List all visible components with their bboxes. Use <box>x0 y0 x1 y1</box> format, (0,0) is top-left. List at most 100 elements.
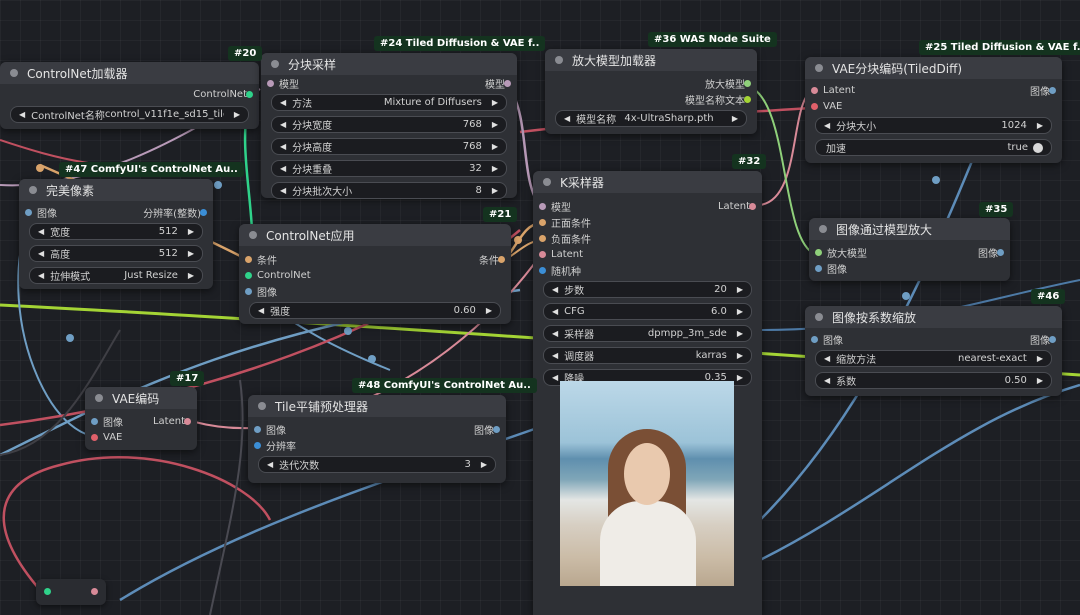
input-socket[interactable] <box>245 272 252 279</box>
arrow-left-icon[interactable]: ◀ <box>280 120 286 129</box>
arrow-right-icon[interactable]: ▶ <box>486 306 492 315</box>
output-socket[interactable] <box>1049 336 1056 343</box>
reroute-dot[interactable] <box>344 327 352 335</box>
input-socket[interactable] <box>815 265 822 272</box>
arrow-right-icon[interactable]: ▶ <box>492 142 498 151</box>
arrow-right-icon[interactable]: ▶ <box>737 351 743 360</box>
arrow-left-icon[interactable]: ◀ <box>824 376 830 385</box>
output-socket[interactable] <box>91 588 98 595</box>
reroute-dot[interactable] <box>932 176 940 184</box>
node-header[interactable]: Tile平铺预处理器 <box>248 395 506 417</box>
arrow-left-icon[interactable]: ◀ <box>258 306 264 315</box>
arrow-right-icon[interactable]: ▶ <box>1037 121 1043 130</box>
arrow-right-icon[interactable]: ▶ <box>188 227 194 236</box>
arrow-left-icon[interactable]: ◀ <box>824 121 830 130</box>
node-header[interactable]: ControlNet应用 <box>239 224 511 246</box>
output-socket[interactable] <box>504 80 511 87</box>
controlnet-loader-node[interactable]: ControlNet加载器 ControlNet ◀ ControlNet名称 … <box>0 62 259 129</box>
arrow-left-icon[interactable]: ◀ <box>38 249 44 258</box>
node-header[interactable]: 放大模型加载器 <box>545 49 757 71</box>
arrow-right-icon[interactable]: ▶ <box>1037 354 1043 363</box>
arrow-right-icon[interactable]: ▶ <box>492 120 498 129</box>
perfect-pixel-node[interactable]: 完美像素 图像 分辨率(整数) ◀ 宽度 512 ▶ ◀ 高度 512 ▶ ◀ … <box>19 179 213 289</box>
output-socket[interactable] <box>498 256 505 263</box>
scheduler-combo[interactable]: ◀ 调度器 karras ▶ <box>543 347 752 364</box>
arrow-right-icon[interactable]: ▶ <box>737 285 743 294</box>
node-header[interactable]: 分块采样 <box>261 53 517 75</box>
arrow-left-icon[interactable]: ◀ <box>552 329 558 338</box>
collapse-dot-icon[interactable] <box>29 186 37 194</box>
arrow-left-icon[interactable]: ◀ <box>552 285 558 294</box>
arrow-right-icon[interactable]: ▶ <box>737 373 743 382</box>
input-socket[interactable] <box>25 209 32 216</box>
arrow-left-icon[interactable]: ◀ <box>280 186 286 195</box>
collapse-dot-icon[interactable] <box>95 394 103 402</box>
node-header[interactable]: VAE编码 <box>85 387 197 409</box>
arrow-right-icon[interactable]: ▶ <box>732 114 738 123</box>
toggle-knob-icon[interactable] <box>1033 142 1043 153</box>
upscale-method-combo[interactable]: ◀ 缩放方法 nearest-exact ▶ <box>815 350 1052 367</box>
arrow-left-icon[interactable]: ◀ <box>19 110 25 119</box>
reroute-dot[interactable] <box>66 334 74 342</box>
fast-toggle[interactable]: 加速 true <box>815 139 1052 156</box>
arrow-right-icon[interactable]: ▶ <box>492 164 498 173</box>
arrow-right-icon[interactable]: ▶ <box>481 460 487 469</box>
controlnet-apply-node[interactable]: ControlNet应用 条件 条件 ControlNet 图像 ◀ 强度 0.… <box>239 224 511 324</box>
node-header[interactable]: ControlNet加载器 <box>0 62 259 84</box>
arrow-right-icon[interactable]: ▶ <box>737 307 743 316</box>
collapse-dot-icon[interactable] <box>10 69 18 77</box>
input-socket[interactable] <box>815 249 822 256</box>
node-header[interactable]: K采样器 <box>533 171 762 193</box>
collapse-dot-icon[interactable] <box>271 60 279 68</box>
reroute-dot[interactable] <box>514 236 522 244</box>
steps-number[interactable]: ◀ 步数 20 ▶ <box>543 281 752 298</box>
output-socket[interactable] <box>493 426 500 433</box>
arrow-right-icon[interactable]: ▶ <box>492 186 498 195</box>
input-socket[interactable] <box>44 588 51 595</box>
height-number[interactable]: ◀ 高度 512 ▶ <box>29 245 203 262</box>
arrow-left-icon[interactable]: ◀ <box>267 460 273 469</box>
width-number[interactable]: ◀ 宽度 512 ▶ <box>29 223 203 240</box>
tile-height-number[interactable]: ◀ 分块高度 768 ▶ <box>271 138 507 155</box>
collapse-dot-icon[interactable] <box>819 225 827 233</box>
arrow-right-icon[interactable]: ▶ <box>737 329 743 338</box>
scale-factor-number[interactable]: ◀ 系数 0.50 ▶ <box>815 372 1052 389</box>
input-socket[interactable] <box>811 103 818 110</box>
tile-preprocessor-node[interactable]: Tile平铺预处理器 图像 图像 分辨率 ◀ 迭代次数 3 ▶ <box>248 395 506 483</box>
reroute-dot[interactable] <box>368 355 376 363</box>
arrow-left-icon[interactable]: ◀ <box>552 351 558 360</box>
collapse-dot-icon[interactable] <box>555 56 563 64</box>
reroute-node[interactable] <box>36 579 106 605</box>
upscale-model-loader-node[interactable]: 放大模型加载器 放大模型 模型名称文本 ◀ 模型名称 4x-UltraSharp… <box>545 49 757 134</box>
input-socket[interactable] <box>539 251 546 258</box>
output-socket[interactable] <box>246 91 253 98</box>
method-combo[interactable]: ◀ 方法 Mixture of Diffusers ▶ <box>271 94 507 111</box>
arrow-right-icon[interactable]: ▶ <box>492 98 498 107</box>
input-socket[interactable] <box>539 235 546 242</box>
scale-by-node[interactable]: 图像按系数缩放 图像 图像 ◀ 缩放方法 nearest-exact ▶ ◀ 系… <box>805 306 1062 396</box>
input-socket[interactable] <box>539 267 546 274</box>
output-socket[interactable] <box>744 80 751 87</box>
arrow-left-icon[interactable]: ◀ <box>280 142 286 151</box>
node-header[interactable]: 图像通过模型放大 <box>809 218 1010 240</box>
input-socket[interactable] <box>539 203 546 210</box>
input-socket[interactable] <box>245 256 252 263</box>
tile-size-number[interactable]: ◀ 分块大小 1024 ▶ <box>815 117 1052 134</box>
output-socket[interactable] <box>997 249 1004 256</box>
input-socket[interactable] <box>91 434 98 441</box>
tile-overlap-number[interactable]: ◀ 分块重叠 32 ▶ <box>271 160 507 177</box>
arrow-left-icon[interactable]: ◀ <box>824 354 830 363</box>
tile-width-number[interactable]: ◀ 分块宽度 768 ▶ <box>271 116 507 133</box>
arrow-left-icon[interactable]: ◀ <box>552 373 558 382</box>
collapse-dot-icon[interactable] <box>815 64 823 72</box>
node-header[interactable]: 完美像素 <box>19 179 213 201</box>
collapse-dot-icon[interactable] <box>258 402 266 410</box>
collapse-dot-icon[interactable] <box>249 231 257 239</box>
input-socket[interactable] <box>254 442 261 449</box>
cfg-number[interactable]: ◀ CFG 6.0 ▶ <box>543 303 752 320</box>
node-header[interactable]: VAE分块编码(TiledDiff) <box>805 57 1062 79</box>
arrow-left-icon[interactable]: ◀ <box>280 164 286 173</box>
output-socket[interactable] <box>200 209 207 216</box>
input-socket[interactable] <box>245 288 252 295</box>
arrow-left-icon[interactable]: ◀ <box>564 114 570 123</box>
